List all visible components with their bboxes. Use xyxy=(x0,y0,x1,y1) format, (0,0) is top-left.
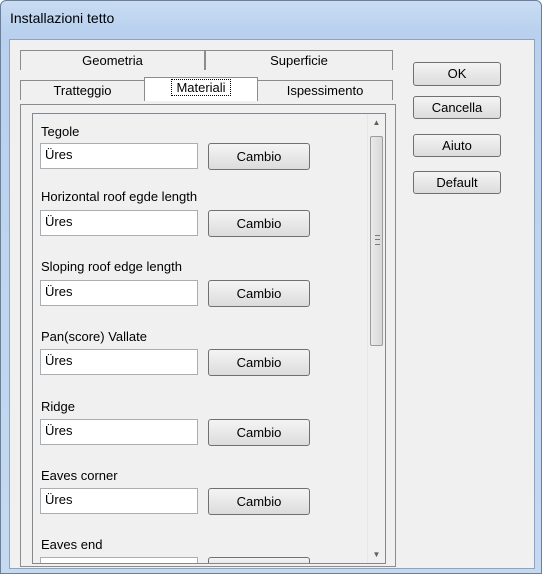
tab-tratteggio-label: Tratteggio xyxy=(53,83,112,98)
material-field-vallate[interactable]: Üres xyxy=(40,349,198,375)
tab-superficie-label: Superficie xyxy=(270,53,328,68)
tab-geometria[interactable]: Geometria xyxy=(20,50,205,70)
tab-ispessimento-label: Ispessimento xyxy=(286,83,364,98)
material-field-eaves-end[interactable] xyxy=(40,557,198,563)
dialog-window: Installazioni tetto Geometria Superficie… xyxy=(0,0,542,574)
materials-scroll-list[interactable]: Tegole Üres Cambio Horizontal roof egde … xyxy=(32,113,386,564)
help-button[interactable]: Aiuto xyxy=(413,134,501,157)
default-button[interactable]: Default xyxy=(413,171,501,194)
scroll-up-arrow-icon[interactable]: ▲ xyxy=(368,114,385,131)
tab-geometria-label: Geometria xyxy=(82,53,143,68)
change-button-tegole[interactable]: Cambio xyxy=(208,143,310,170)
scroll-down-arrow-icon[interactable]: ▼ xyxy=(368,546,385,563)
title-bar[interactable]: Installazioni tetto xyxy=(1,1,541,33)
materials-tab-panel: Tegole Üres Cambio Horizontal roof egde … xyxy=(20,104,396,567)
change-button-horizontal-edge[interactable]: Cambio xyxy=(208,210,310,237)
material-field-eaves-corner[interactable]: Üres xyxy=(40,488,198,514)
material-label-sloping-edge: Sloping roof edge length xyxy=(41,259,182,274)
cancel-button[interactable]: Cancella xyxy=(413,96,501,119)
material-field-sloping-edge[interactable]: Üres xyxy=(40,280,198,306)
tab-ispessimento[interactable]: Ispessimento xyxy=(257,80,393,100)
tab-materiali[interactable]: Materiali xyxy=(144,77,258,101)
change-button-eaves-end[interactable] xyxy=(208,557,310,563)
material-field-tegole[interactable]: Üres xyxy=(40,143,198,169)
tab-tratteggio[interactable]: Tratteggio xyxy=(20,80,145,100)
material-field-horizontal-edge[interactable]: Üres xyxy=(40,210,198,236)
tab-materiali-label: Materiali xyxy=(171,79,231,96)
vertical-scrollbar[interactable]: ▲ ▼ xyxy=(367,114,385,563)
change-button-vallate[interactable]: Cambio xyxy=(208,349,310,376)
tab-superficie[interactable]: Superficie xyxy=(205,50,393,70)
material-label-ridge: Ridge xyxy=(41,399,75,414)
ok-button[interactable]: OK xyxy=(413,62,501,86)
change-button-eaves-corner[interactable]: Cambio xyxy=(208,488,310,515)
material-field-ridge[interactable]: Üres xyxy=(40,419,198,445)
material-label-eaves-end: Eaves end xyxy=(41,537,103,552)
scrollbar-grip-icon xyxy=(375,235,380,245)
window-title: Installazioni tetto xyxy=(10,10,115,26)
scrollbar-thumb[interactable] xyxy=(370,136,383,346)
dialog-client-area: Geometria Superficie Tratteggio Material… xyxy=(9,39,535,569)
change-button-sloping-edge[interactable]: Cambio xyxy=(208,280,310,307)
material-label-eaves-corner: Eaves corner xyxy=(41,468,118,483)
material-label-tegole: Tegole xyxy=(41,124,80,139)
change-button-ridge[interactable]: Cambio xyxy=(208,419,310,446)
material-label-vallate: Pan(score) Vallate xyxy=(41,329,147,344)
material-label-horizontal-edge: Horizontal roof egde length xyxy=(41,189,198,204)
